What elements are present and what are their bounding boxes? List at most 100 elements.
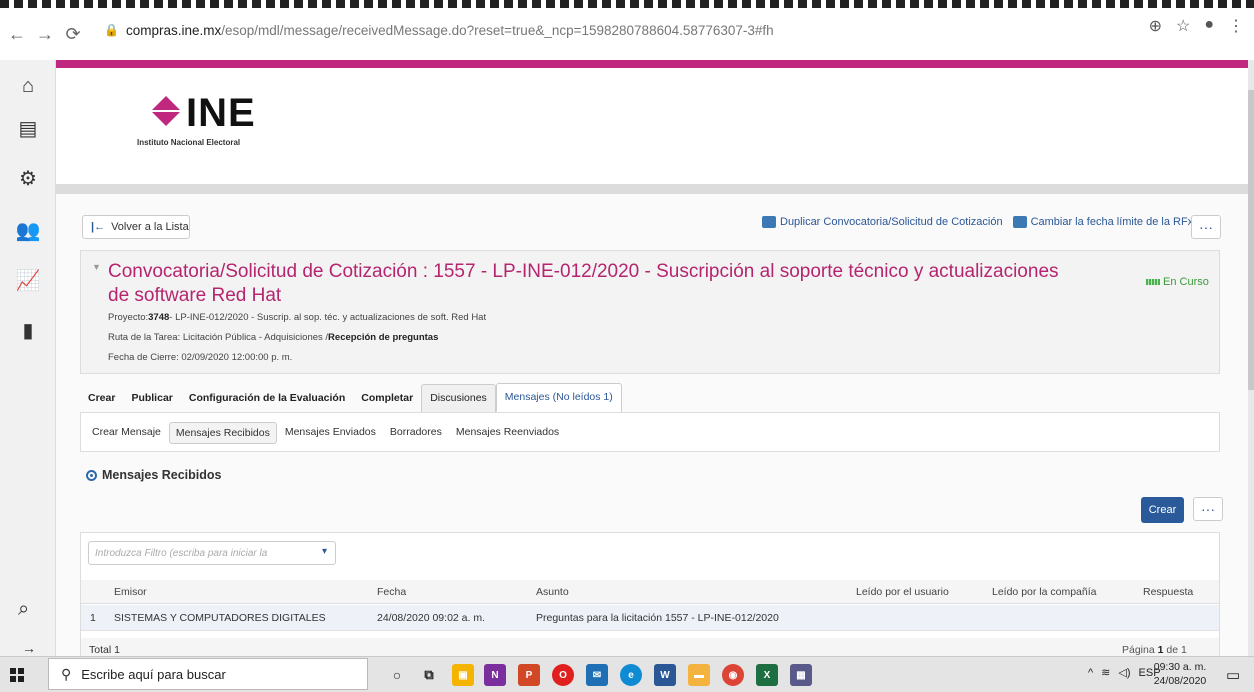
file-explorer-icon[interactable]: ▬ (688, 664, 710, 686)
taskbar-search-input[interactable]: ⚲ Escribe aquí para buscar (48, 658, 368, 690)
network-icon[interactable]: ≋ (1101, 666, 1110, 679)
scrollbar-thumb[interactable] (1248, 90, 1254, 390)
row-emisor[interactable]: SISTEMAS Y COMPUTADORES DIGITALES (114, 612, 326, 624)
col-leido-compania[interactable]: Leído por la compañía (992, 586, 1097, 598)
clock-time: 09:30 a. m. (1153, 661, 1207, 673)
route-line: Ruta de la Tarea: Licitación Pública - A… (108, 332, 438, 343)
mail-icon[interactable]: ✉ (586, 664, 608, 686)
tab-mensajes[interactable]: Mensajes (No leídos 1) (495, 383, 622, 412)
table-more-button[interactable]: ··· (1193, 497, 1223, 521)
pagination: Página 1 de 1 (1122, 644, 1187, 656)
analytics-icon[interactable]: 📈 (0, 260, 56, 300)
tab-publicar[interactable]: Publicar (123, 392, 180, 412)
documents-icon[interactable]: ▮ (0, 310, 56, 350)
app-icon[interactable]: ▦ (790, 664, 812, 686)
url-host: compras.ine.mx (126, 22, 222, 38)
project-number: 3748 (148, 312, 170, 323)
taskbar-clock[interactable]: 09:30 a. m. 24/08/2020 (1150, 660, 1210, 688)
window-top-border (0, 0, 1254, 8)
app-sidebar: ⌂ ▤ ⚙ 👥 📈 ▮ (0, 60, 56, 656)
filter-input[interactable]: Introduzca Filtro (escriba para iniciar … (88, 541, 336, 565)
more-actions-button[interactable]: ··· (1191, 215, 1221, 239)
tab-discusiones[interactable]: Discusiones (421, 384, 496, 412)
brand-bar (56, 60, 1248, 68)
browser-actions: ⊕ ☆ ● ⋮ (1149, 16, 1244, 36)
network-icon[interactable]: ⚙ (0, 158, 56, 198)
dashboard-icon[interactable]: ▤ (0, 108, 56, 148)
row-asunto[interactable]: Preguntas para la licitación 1557 - LP-I… (536, 612, 779, 624)
word-icon[interactable]: W (654, 664, 676, 686)
tab-completar[interactable]: Completar (353, 392, 421, 412)
back-to-list-button[interactable]: |← Volver a la Lista (82, 215, 190, 239)
clock-date: 24/08/2020 (1153, 675, 1207, 687)
store-icon[interactable]: ▣ (452, 664, 474, 686)
chevron-down-icon[interactable]: ▾ (322, 546, 327, 557)
volume-icon[interactable]: ◁) (1118, 666, 1130, 679)
route-current: Recepción de preguntas (328, 332, 439, 343)
subtab-crear-mensaje[interactable]: Crear Mensaje (86, 422, 167, 444)
sub-tabs: Crear Mensaje Mensajes Recibidos Mensaje… (86, 422, 567, 444)
users-icon[interactable]: 👥 (0, 210, 56, 250)
chrome-icon[interactable]: ◉ (722, 664, 744, 686)
section-title-label: Mensajes Recibidos (102, 468, 222, 482)
project-line: Proyecto:3748- LP-INE-012/2020 - Suscrip… (108, 312, 486, 323)
expand-arrow-icon[interactable]: → (22, 640, 36, 656)
collapse-caret-icon[interactable]: ▼ (92, 262, 101, 272)
excel-icon[interactable]: X (756, 664, 778, 686)
project-text: - LP-INE-012/2020 - Suscrip. al sop. téc… (169, 312, 487, 323)
edge-icon[interactable]: e (620, 664, 642, 686)
change-deadline-link[interactable]: Cambiar la fecha límite de la RFx (1012, 216, 1194, 228)
subtab-mensajes-enviados[interactable]: Mensajes Enviados (279, 422, 382, 444)
zoom-icon[interactable]: ⊕ (1149, 16, 1162, 36)
col-leido-usuario[interactable]: Leído por el usuario (856, 586, 949, 598)
header-separator (56, 184, 1248, 194)
create-message-button[interactable]: Crear (1141, 497, 1184, 523)
col-fecha[interactable]: Fecha (377, 586, 406, 598)
opera-icon[interactable]: O (552, 664, 574, 686)
forward-arrow-icon[interactable]: → (34, 23, 56, 45)
change-deadline-label: Cambiar la fecha límite de la RFx (1030, 216, 1194, 228)
col-asunto[interactable]: Asunto (536, 586, 569, 598)
lock-icon: 🔒 (104, 23, 119, 37)
status-badge: En Curso (1146, 276, 1209, 288)
search-icon: ⚲ (61, 665, 72, 682)
duplicate-rfx-link[interactable]: Duplicar Convocatoria/Solicitud de Cotiz… (762, 216, 1003, 228)
tab-configuracion[interactable]: Configuración de la Evaluación (181, 392, 353, 412)
task-view-icon[interactable]: ⧉ (418, 664, 440, 686)
search-icon[interactable]: ⌕ (18, 598, 29, 621)
subtab-borradores[interactable]: Borradores (384, 422, 448, 444)
reload-icon[interactable]: ⟳ (62, 23, 84, 45)
project-prefix: Proyecto: (108, 312, 149, 323)
row-fecha: 24/08/2020 09:02 a. m. (377, 612, 485, 624)
page-prefix: Página (1122, 644, 1158, 656)
ine-logo-icon (152, 96, 180, 126)
back-arrow-icon[interactable]: ← (6, 23, 28, 45)
section-title: Mensajes Recibidos (86, 468, 222, 482)
logo-name: INE (186, 91, 256, 135)
menu-icon[interactable]: ⋮ (1228, 16, 1244, 36)
page-suffix: de 1 (1163, 644, 1187, 656)
filter-placeholder: Introduzca Filtro (escriba para iniciar … (95, 547, 268, 559)
row-index: 1 (90, 612, 96, 624)
home-icon[interactable]: ⌂ (0, 66, 56, 106)
star-icon[interactable]: ☆ (1176, 16, 1190, 36)
tab-crear[interactable]: Crear (80, 392, 123, 412)
windows-start-icon[interactable] (10, 668, 24, 682)
col-respuesta[interactable]: Respuesta (1143, 586, 1193, 598)
table-footer (81, 638, 1219, 656)
section-ring-icon (86, 469, 97, 481)
logo-subtitle: Instituto Nacional Electoral (137, 138, 241, 147)
col-emisor[interactable]: Emisor (114, 586, 147, 598)
cortana-icon[interactable]: ○ (386, 664, 408, 686)
subtab-mensajes-reenviados[interactable]: Mensajes Reenviados (450, 422, 565, 444)
vertical-scrollbar[interactable] (1248, 60, 1254, 656)
tray-chevron-icon[interactable]: ^ (1088, 667, 1093, 679)
profile-icon[interactable]: ● (1204, 16, 1214, 36)
powerpoint-icon[interactable]: P (518, 664, 540, 686)
notifications-icon[interactable]: ▭ (1226, 666, 1240, 684)
subtab-mensajes-recibidos[interactable]: Mensajes Recibidos (168, 422, 277, 444)
address-bar[interactable]: 🔒 compras.ine.mx/esop/mdl/message/receiv… (104, 16, 1154, 44)
onenote-icon[interactable]: N (484, 664, 506, 686)
total-count: Total 1 (89, 644, 120, 656)
back-to-list-label: Volver a la Lista (111, 221, 189, 233)
